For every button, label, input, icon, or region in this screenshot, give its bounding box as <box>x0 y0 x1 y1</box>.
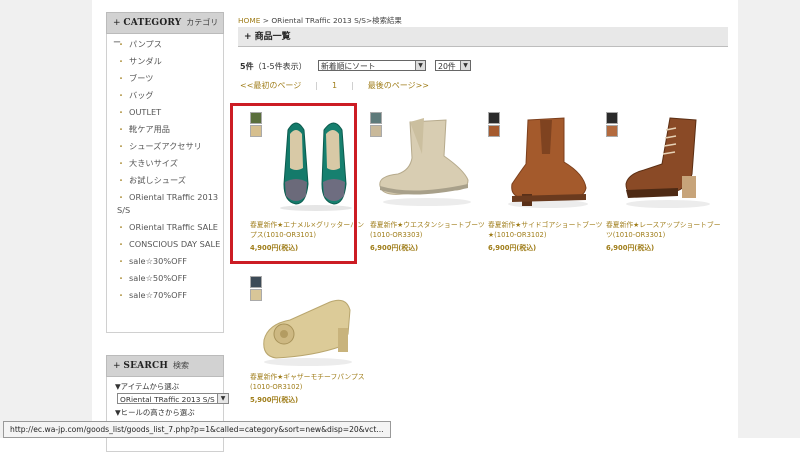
bullet-icon: ・ <box>117 223 125 232</box>
bullet-icon: ・ <box>117 176 125 185</box>
boot-shape <box>379 119 469 195</box>
sidebar-item-outlet[interactable]: ・ OUTLET <box>107 104 223 121</box>
bullet-icon: ・ <box>117 40 125 49</box>
page-gutter-right <box>738 0 800 438</box>
sidebar-item-sale-70[interactable]: ・ sale☆70%OFF <box>107 287 223 304</box>
bullet-icon: ・ <box>117 274 125 283</box>
color-swatch[interactable] <box>488 125 500 137</box>
bullet-icon: ・ <box>117 91 125 100</box>
item-filter-value: ORiental TRaffic 2013 S/S <box>120 395 215 404</box>
page-title: + 商品一覧 <box>238 27 728 47</box>
sidebar-item-pumps[interactable]: ・パンプス <box>107 36 223 53</box>
page-number-link[interactable]: 1 <box>332 81 337 90</box>
sidebar-item-bags[interactable]: ・バッグ <box>107 87 223 104</box>
pagination: <<最初のページ | 1 | 最後のページ>> <box>240 80 429 91</box>
color-swatches <box>606 112 618 138</box>
plus-icon: + <box>113 361 121 371</box>
product-image[interactable] <box>500 114 596 210</box>
search-body: ▼アイテムから選ぶ ORiental TRaffic 2013 S/S ▼ ▼ヒ… <box>106 377 229 452</box>
bullet-icon: ・ <box>117 257 125 266</box>
pager-divider: | <box>315 81 318 90</box>
sidebar-item-large-sizes[interactable]: ・大きいサイズ <box>107 155 223 172</box>
search-title-jp: 検索 <box>173 361 189 370</box>
result-range: （1-5件表示） <box>253 62 307 71</box>
bullet-icon: ・ <box>117 240 125 249</box>
pager-divider: | <box>351 81 354 90</box>
per-page-value: 20件 <box>438 62 456 71</box>
category-list: ・パンプス ・サンダル ・ブーツ ・バッグ ・ OUTLET ・靴ケア用品 ・シュ… <box>106 34 224 333</box>
first-page-link[interactable]: <<最初のページ <box>240 81 301 90</box>
result-count: 5件 <box>240 62 254 71</box>
color-swatch[interactable] <box>606 125 618 137</box>
heel-shape <box>338 328 348 352</box>
bullet-icon: ・ <box>117 125 125 134</box>
product-name[interactable]: 春夏新作★ウエスタンショートブーツ(1010-OR3303) <box>370 220 485 240</box>
color-swatch[interactable] <box>488 112 500 124</box>
flower-center <box>280 330 288 338</box>
sidebar-item-shoe-care[interactable]: ・靴ケア用品 <box>107 121 223 138</box>
category-title: CATEGORY <box>123 18 182 28</box>
sidebar-item-accessories[interactable]: ・シューズアクセサリ <box>107 138 223 155</box>
bullet-icon: ・ <box>117 159 125 168</box>
product-price: 6,900円(税込) <box>370 244 419 252</box>
product-image[interactable] <box>618 114 718 210</box>
selection-highlight <box>230 103 357 264</box>
shadow-shape <box>626 200 710 208</box>
list-controls: 5件（1-5件表示） <box>240 60 307 73</box>
heel-filter-label: ▼ヒールの高さから選ぶ <box>115 408 195 417</box>
plus-icon: + <box>113 18 121 28</box>
page-gutter-left <box>0 0 92 438</box>
sidebar-item-oriental-2013[interactable]: ・ ORiental TRaffic 2013 S/S <box>107 189 223 219</box>
product-price: 6,900円(税込) <box>488 244 537 252</box>
sort-select[interactable]: 新着順にソート ▼ <box>318 60 426 71</box>
product-card[interactable]: 春夏新作★ウエスタンショートブーツ(1010-OR3303) 6,900円(税込… <box>370 112 485 252</box>
bullet-icon: ・ <box>117 108 125 117</box>
search-header: + SEARCH 検索 <box>106 355 224 377</box>
breadcrumb-home-link[interactable]: HOME <box>238 16 260 25</box>
sidebar-item-oriental-sale[interactable]: ・ ORiental TRaffic SALE <box>107 219 223 236</box>
color-swatches <box>488 112 500 138</box>
bullet-icon: ・ <box>117 142 125 151</box>
sidebar-item-boots[interactable]: ・ブーツ <box>107 70 223 87</box>
product-price: 5,900円(税込) <box>250 396 299 404</box>
product-name[interactable]: 春夏新作★レースアップショートブーツ(1010-OR3301) <box>606 220 721 240</box>
sidebar-item-sandals[interactable]: ・サンダル <box>107 53 223 70</box>
item-filter-select[interactable]: ORiental TRaffic 2013 S/S ▼ <box>117 393 229 404</box>
search-title: SEARCH <box>123 361 169 371</box>
chevron-down-icon[interactable]: ▼ <box>415 61 425 70</box>
color-swatch[interactable] <box>606 112 618 124</box>
bullet-icon: ・ <box>117 193 125 202</box>
product-card[interactable]: 春夏新作★ギャザーモチーフパンプス(1010-OR3102) 5,900円(税込… <box>250 276 365 416</box>
bullet-icon: ・ <box>117 57 125 66</box>
elastic-panel-shape <box>540 120 552 154</box>
product-price: 6,900円(税込) <box>606 244 655 252</box>
shadow-shape <box>383 198 471 206</box>
breadcrumb: HOME > ORiental TRaffic 2013 S/S>検索結果 <box>238 15 402 26</box>
sidebar-item-trial[interactable]: ・お試しシューズ <box>107 172 223 189</box>
category-header: + CATEGORY カテゴリー <box>106 12 224 47</box>
sidebar-item-sale-50[interactable]: ・ sale☆50%OFF <box>107 270 223 287</box>
chevron-down-icon[interactable]: ▼ <box>217 394 228 403</box>
breadcrumb-trail: > ORiental TRaffic 2013 S/S>検索結果 <box>260 16 402 25</box>
shadow-shape <box>264 358 352 366</box>
category-sidebar: + CATEGORY カテゴリー ・パンプス ・サンダル ・ブーツ ・バッグ ・… <box>106 12 224 333</box>
product-image[interactable] <box>254 284 362 368</box>
product-card[interactable]: 春夏新作★レースアップショートブーツ(1010-OR3301) 6,900円(税… <box>606 112 721 252</box>
product-card[interactable]: 春夏新作★サイドゴアショートブーツ★(1010-OR3102) 6,900円(税… <box>488 112 603 252</box>
heel-shape <box>682 176 696 198</box>
product-image[interactable] <box>372 114 482 210</box>
product-name[interactable]: 春夏新作★ギャザーモチーフパンプス(1010-OR3102) <box>250 372 365 392</box>
sort-value: 新着順にソート <box>321 62 376 71</box>
item-filter-label: ▼アイテムから選ぶ <box>115 382 180 391</box>
status-bar-url: http://ec.wa-jp.com/goods_list/goods_lis… <box>3 421 391 438</box>
per-page-select[interactable]: 20件 ▼ <box>435 60 471 71</box>
product-name[interactable]: 春夏新作★サイドゴアショートブーツ★(1010-OR3102) <box>488 220 603 240</box>
chevron-down-icon[interactable]: ▼ <box>460 61 470 70</box>
last-page-link[interactable]: 最後のページ>> <box>368 81 429 90</box>
bullet-icon: ・ <box>117 291 125 300</box>
bullet-icon: ・ <box>117 74 125 83</box>
sidebar-item-sale-30[interactable]: ・ sale☆30%OFF <box>107 253 223 270</box>
sidebar-item-conscious-sale[interactable]: ・ CONSCIOUS DAY SALE <box>107 236 223 253</box>
